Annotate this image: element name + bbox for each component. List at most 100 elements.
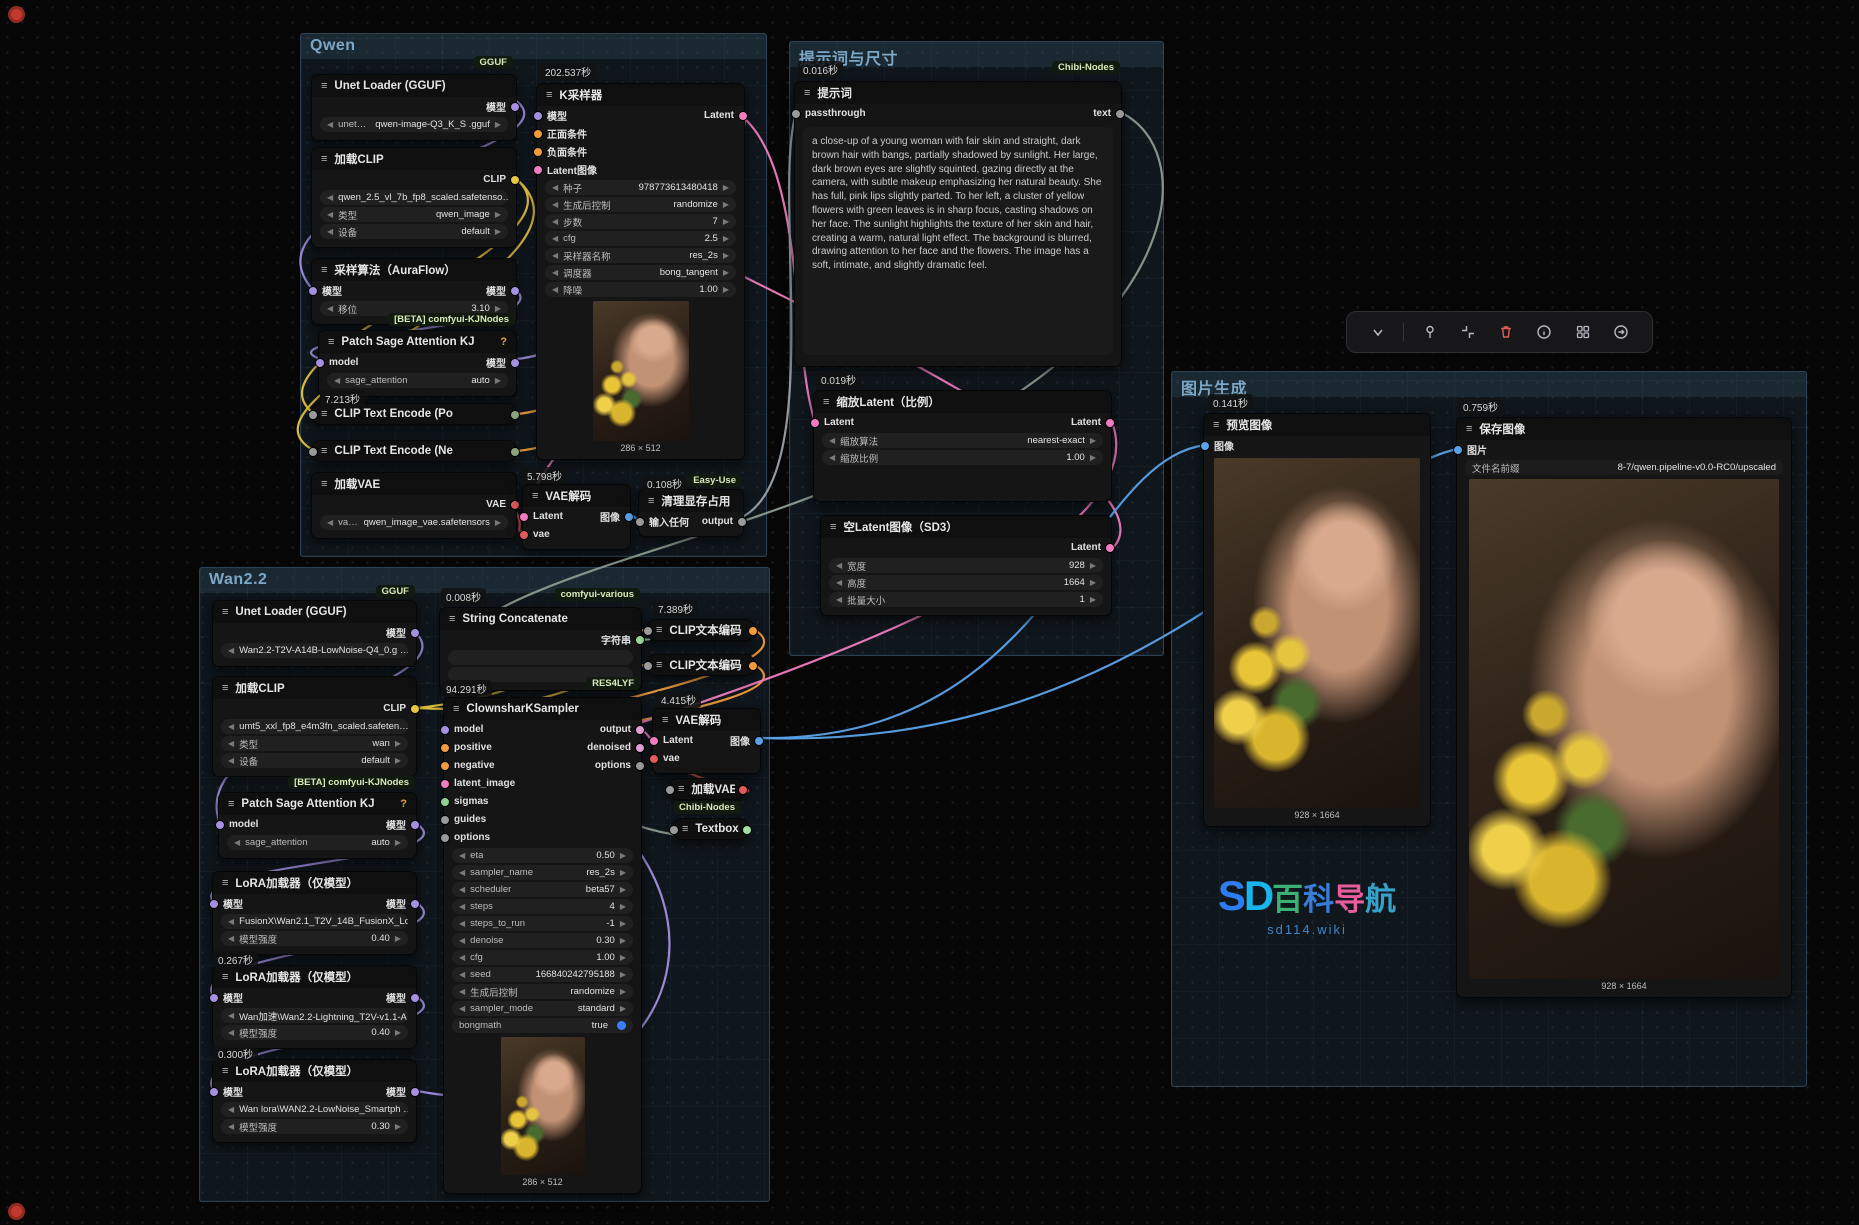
widget-combo[interactable]: ◀umt5_xxl_fp8_e4m3fn_scaled.safeten…▶ — [221, 719, 408, 734]
collapsed-output-dot[interactable] — [510, 447, 520, 457]
combo-right-arrow[interactable]: ▶ — [1090, 595, 1096, 604]
menu-icon[interactable]: ≡ — [656, 659, 662, 671]
combo-right-arrow[interactable]: ▶ — [495, 376, 501, 385]
combo-left-arrow[interactable]: ◀ — [552, 251, 558, 260]
combo-right-arrow[interactable]: ▶ — [1090, 578, 1096, 587]
group-qwen-header[interactable] — [301, 34, 766, 59]
combo-right-arrow[interactable]: ▶ — [723, 200, 729, 209]
combo-left-arrow[interactable]: ◀ — [234, 838, 240, 847]
combo-right-arrow[interactable]: ▶ — [723, 268, 729, 277]
combo-left-arrow[interactable]: ◀ — [836, 595, 842, 604]
combo-right-arrow[interactable]: ▶ — [620, 851, 626, 860]
combo-left-arrow[interactable]: ◀ — [228, 756, 234, 765]
menu-icon[interactable]: ≡ — [678, 783, 684, 795]
widget-scheduler[interactable]: ◀schedulerbeta57▶ — [452, 882, 633, 897]
output-port[interactable] — [754, 736, 764, 746]
node-unetQwen[interactable]: ≡Unet Loader (GGUF)模型◀unet_na …qwen-imag… — [311, 74, 517, 141]
combo-left-arrow[interactable]: ◀ — [327, 193, 333, 202]
widget-类型[interactable]: ◀类型qwen_image▶ — [320, 207, 508, 222]
input-port[interactable] — [810, 418, 820, 428]
widget-设备[interactable]: ◀设备default▶ — [221, 753, 408, 768]
input-port[interactable] — [635, 517, 645, 527]
node-unetWan[interactable]: ≡Unet Loader (GGUF)模型◀Wan2.2-T2V-A14B-Lo… — [212, 600, 417, 667]
menu-icon[interactable]: ≡ — [321, 408, 327, 420]
widget-宽度[interactable]: ◀宽度928▶ — [829, 558, 1103, 573]
widget-combo[interactable]: ◀Wan加速\Wan2.2-Lightning_T2V-v1.1-A…▶ — [221, 1008, 408, 1023]
widget-pill[interactable] — [448, 650, 633, 665]
node-vaeDecodeQwen[interactable]: ≡VAE解码Latent图像vae — [522, 484, 631, 550]
node-patchSageWan[interactable]: ≡Patch Sage Attention KJ?model模型◀sage_at… — [218, 792, 417, 859]
node-patchSageQwen[interactable]: ≡Patch Sage Attention KJ?model模型◀sage_at… — [318, 330, 517, 397]
combo-left-arrow[interactable]: ◀ — [459, 987, 465, 996]
combo-left-arrow[interactable]: ◀ — [829, 436, 835, 445]
input-port[interactable] — [519, 512, 529, 522]
combo-right-arrow[interactable]: ▶ — [620, 919, 626, 928]
combo-right-arrow[interactable]: ▶ — [495, 210, 501, 219]
combo-right-arrow[interactable]: ▶ — [723, 251, 729, 260]
combo-right-arrow[interactable]: ▶ — [1090, 453, 1096, 462]
widget-调度器[interactable]: ◀调度器bong_tangent▶ — [545, 265, 736, 280]
node-vaeDecodeWan[interactable]: ≡VAE解码Latent图像vae — [652, 708, 761, 774]
input-port[interactable] — [440, 779, 450, 789]
widget-降噪[interactable]: ◀降噪1.00▶ — [545, 282, 736, 297]
input-port[interactable] — [440, 761, 450, 771]
node-header[interactable]: ≡Patch Sage Attention KJ? — [319, 331, 516, 353]
widget-缩放算法[interactable]: ◀缩放算法nearest-exact▶ — [822, 433, 1103, 448]
output-port[interactable] — [1115, 109, 1125, 119]
node-header[interactable]: ≡LoRA加载器（仅模型） — [213, 1060, 416, 1082]
node-header[interactable]: ≡CLIP文本编码 — [647, 620, 754, 640]
input-port[interactable] — [649, 736, 659, 746]
combo-left-arrow[interactable]: ◀ — [228, 722, 234, 731]
input-port[interactable] — [209, 993, 219, 1003]
output-port[interactable] — [635, 635, 645, 645]
combo-left-arrow[interactable]: ◀ — [459, 1004, 465, 1013]
node-header[interactable]: ≡加载VAE — [312, 473, 516, 495]
node-loadClipWan[interactable]: ≡加载CLIPCLIP◀umt5_xxl_fp8_e4m3fn_scaled.s… — [212, 676, 417, 777]
input-port[interactable] — [209, 899, 219, 909]
output-port[interactable] — [410, 704, 420, 714]
menu-icon[interactable]: ≡ — [1213, 419, 1219, 431]
combo-right-arrow[interactable]: ▶ — [395, 934, 401, 943]
combo-left-arrow[interactable]: ◀ — [459, 885, 465, 894]
combo-left-arrow[interactable]: ◀ — [228, 1105, 234, 1114]
menu-icon[interactable]: ≡ — [321, 445, 327, 457]
menu-icon[interactable]: ≡ — [662, 714, 668, 726]
menu-icon[interactable]: ≡ — [804, 87, 810, 99]
combo-left-arrow[interactable]: ◀ — [327, 518, 333, 527]
help-icon[interactable]: ? — [500, 336, 507, 348]
combo-left-arrow[interactable]: ◀ — [228, 1011, 234, 1020]
menu-dot-button-bottom[interactable] — [8, 1203, 25, 1220]
combo-right-arrow[interactable]: ▶ — [723, 183, 729, 192]
toggle-on-indicator[interactable] — [617, 1021, 626, 1030]
widget-生成后控制[interactable]: ◀生成后控制randomize▶ — [452, 984, 633, 999]
combo-left-arrow[interactable]: ◀ — [327, 304, 333, 313]
widget-steps[interactable]: ◀steps4▶ — [452, 899, 633, 914]
pin-icon[interactable] — [1417, 319, 1443, 345]
menu-dot-button-top[interactable] — [8, 6, 25, 23]
node-header[interactable]: ≡缩放Latent（比例） — [814, 391, 1111, 413]
output-port[interactable] — [635, 761, 645, 771]
collapsed-input-dot[interactable] — [308, 410, 318, 420]
menu-icon[interactable]: ≡ — [546, 89, 552, 101]
widget-steps_to_run[interactable]: ◀steps_to_run-1▶ — [452, 916, 633, 931]
node-header[interactable]: ≡Unet Loader (GGUF) — [213, 601, 416, 623]
menu-icon[interactable]: ≡ — [328, 336, 334, 348]
widget-文件名前缀[interactable]: 文件名前缀8-7/qwen.pipeline-v0.0-RC0/upscaled — [1465, 460, 1783, 475]
node-header[interactable]: ≡String Concatenate — [440, 608, 641, 630]
node-saveImage[interactable]: ≡保存图像图片文件名前缀8-7/qwen.pipeline-v0.0-RC0/u… — [1456, 417, 1792, 998]
node-lora2[interactable]: ≡LoRA加载器（仅模型）模型模型◀Wan加速\Wan2.2-Lightning… — [212, 965, 417, 1049]
collapsed-output-dot[interactable] — [510, 410, 520, 420]
widget-sage_attention[interactable]: ◀sage_attentionauto▶ — [327, 373, 508, 388]
combo-right-arrow[interactable]: ▶ — [723, 217, 729, 226]
combo-right-arrow[interactable]: ▶ — [620, 885, 626, 894]
node-header[interactable]: ≡CLIP文本编码 — [647, 655, 754, 675]
combo-left-arrow[interactable]: ◀ — [836, 561, 842, 570]
node-header[interactable]: ≡CLIP Text Encode (Po — [312, 404, 516, 424]
node-header[interactable]: ≡加载CLIP — [312, 148, 516, 170]
node-header[interactable]: ≡K采样器 — [537, 84, 744, 106]
collapsed-output-dot[interactable] — [742, 825, 752, 835]
menu-icon[interactable]: ≡ — [449, 613, 455, 625]
node-header[interactable]: ≡LoRA加载器（仅模型） — [213, 966, 416, 988]
combo-right-arrow[interactable]: ▶ — [723, 234, 729, 243]
node-header[interactable]: ≡保存图像 — [1457, 418, 1791, 440]
